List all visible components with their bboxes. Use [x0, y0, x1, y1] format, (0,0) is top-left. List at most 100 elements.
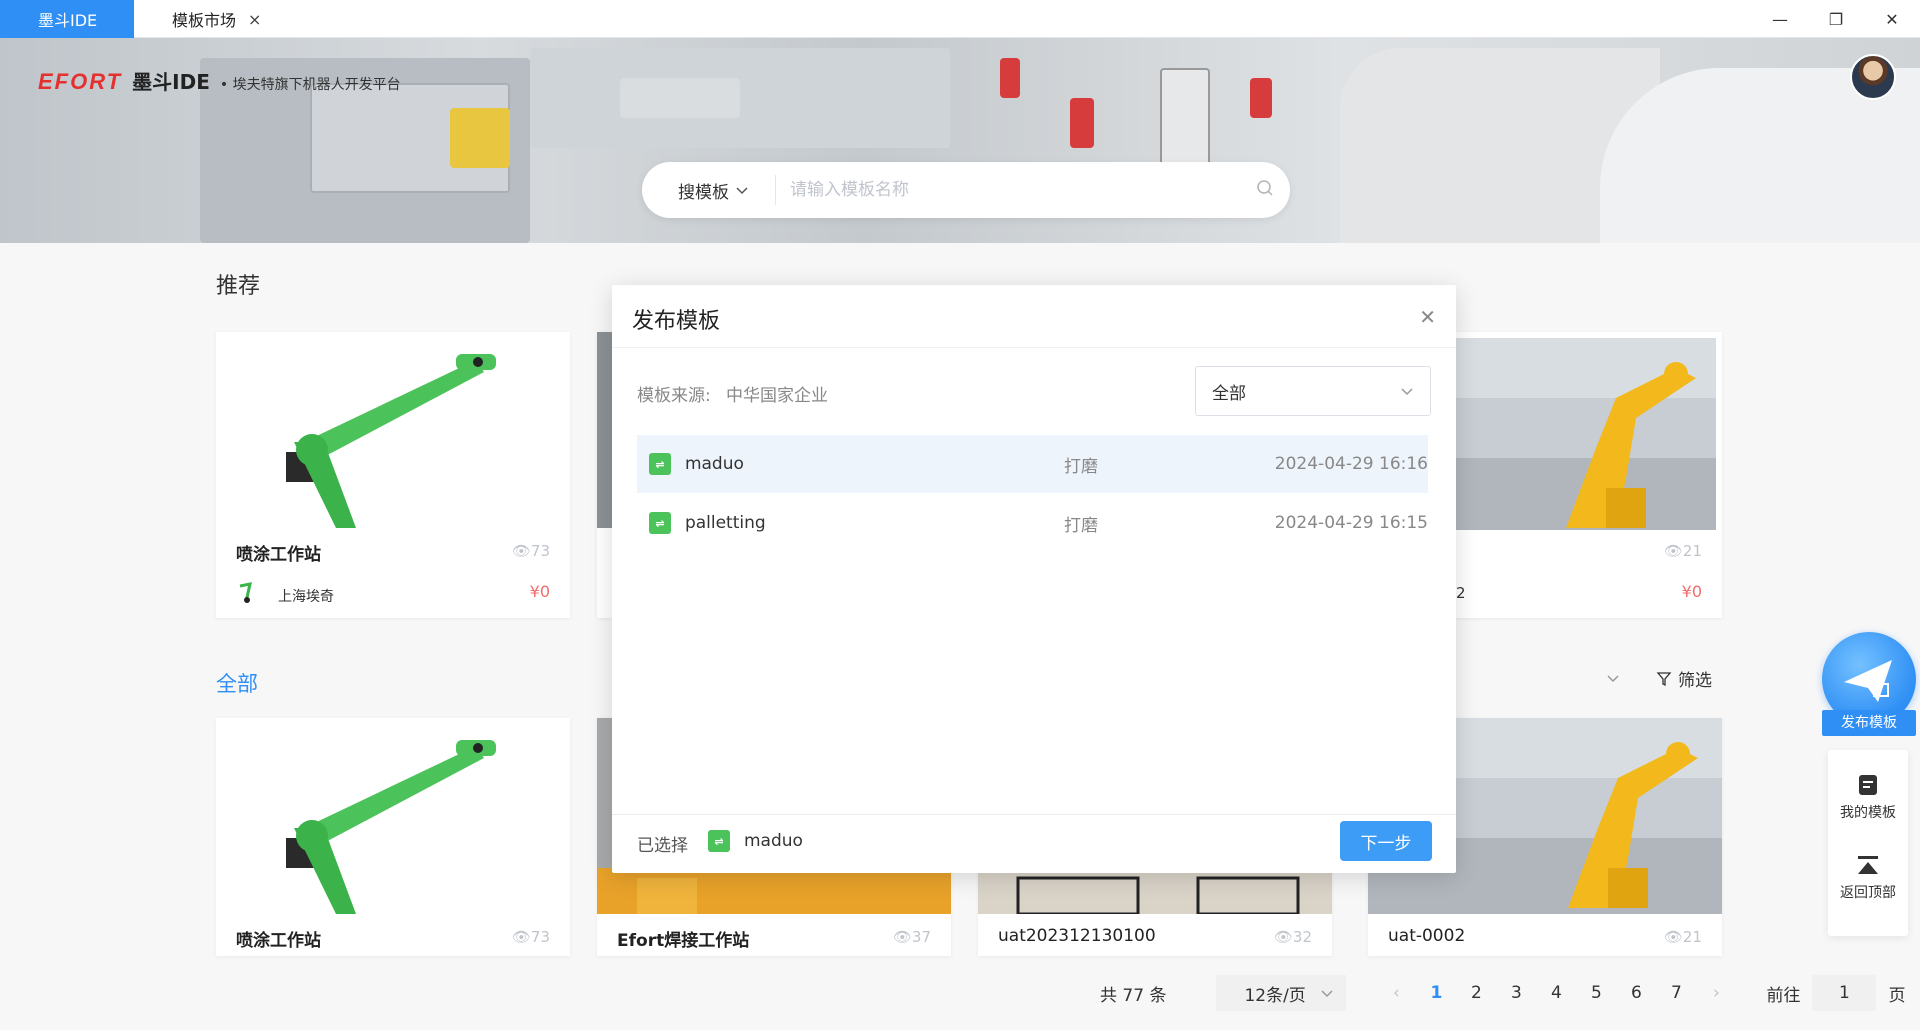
- efort-logo: EFORT: [38, 69, 123, 94]
- back-to-top-button[interactable]: 返回顶部: [1828, 854, 1908, 902]
- tab-label: 模板市场: [172, 11, 237, 30]
- card-image: [1456, 338, 1716, 530]
- card-price: ¥0: [529, 582, 550, 601]
- all-title[interactable]: 全部: [216, 668, 258, 698]
- page-unit: 页: [1888, 985, 1906, 1006]
- dialog-title: 发布模板: [632, 309, 721, 334]
- app-name: 墨斗IDE: [132, 70, 210, 94]
- card-title: Efort焊接工作站: [617, 931, 750, 951]
- app-subtitle: • 埃夫特旗下机器人开发平台: [219, 77, 401, 93]
- minimize-button[interactable]: —: [1752, 0, 1808, 38]
- template-date: 2024-04-29 16:15: [1274, 513, 1428, 533]
- hero-banner: EFORT 墨斗IDE • 埃夫特旗下机器人开发平台 搜模板: [0, 38, 1920, 243]
- search-icon[interactable]: [1240, 179, 1290, 202]
- template-row[interactable]: ⇌ palletting 打磨 2024-04-29 16:15: [637, 494, 1428, 552]
- pagination-total: 共 77 条: [1100, 985, 1167, 1006]
- template-date: 2024-04-29 16:16: [1274, 454, 1428, 474]
- page-size-label: 12条/页: [1244, 985, 1306, 1006]
- avatar[interactable]: [1850, 54, 1896, 100]
- view-count: 32: [1292, 928, 1312, 946]
- template-card[interactable]: 喷涂工作站 👁73: [216, 718, 570, 956]
- search-bar: 搜模板: [642, 162, 1290, 218]
- my-templates-label: 我的模板: [1840, 805, 1896, 821]
- search-input[interactable]: [776, 180, 1240, 200]
- my-templates-button[interactable]: 我的模板: [1828, 774, 1908, 822]
- publish-label: 发布模板: [1822, 710, 1916, 736]
- close-icon[interactable]: ✕: [1419, 305, 1436, 329]
- brand: EFORT 墨斗IDE • 埃夫特旗下机器人开发平台: [38, 66, 401, 95]
- title-bar: 墨斗IDE 模板市场 × — ❐ ✕: [0, 0, 1920, 38]
- pagination: 共 77 条 12条/页 ‹ 1 2 3 4 5 6 7 › 前往 1 页: [1100, 975, 1905, 1011]
- author-logo: [239, 582, 252, 603]
- banner-red-part: [1250, 78, 1272, 118]
- card-views: 👁73: [511, 542, 550, 560]
- template-icon: ⇌: [649, 453, 671, 475]
- close-icon[interactable]: ×: [248, 10, 261, 29]
- banner-warning-label: [450, 108, 510, 168]
- card-image: [216, 332, 570, 528]
- publish-template-button[interactable]: 发布模板: [1822, 632, 1916, 736]
- tab-label: 墨斗IDE: [38, 11, 98, 30]
- source-label: 模板来源:: [637, 386, 711, 406]
- filter-button[interactable]: 筛选: [1656, 666, 1712, 691]
- document-icon: [1859, 775, 1877, 795]
- goto-label: 前往: [1766, 985, 1801, 1006]
- back-to-top-label: 返回顶部: [1840, 885, 1896, 901]
- view-count: 73: [530, 542, 550, 560]
- template-icon: ⇌: [708, 830, 730, 852]
- next-page-icon[interactable]: ›: [1696, 983, 1736, 1003]
- page-5[interactable]: 5: [1576, 983, 1616, 1003]
- maximize-button[interactable]: ❐: [1808, 0, 1864, 38]
- view-count: 21: [1682, 542, 1702, 560]
- card-title: uat-0002: [1388, 926, 1466, 946]
- publish-template-dialog: 发布模板 ✕ 模板来源: 中华国家企业 全部 ⇌ maduo 打磨 2024-0…: [612, 285, 1456, 873]
- template-row[interactable]: ⇌ maduo 打磨 2024-04-29 16:16: [637, 435, 1428, 493]
- category-select[interactable]: [1460, 660, 1630, 696]
- close-window-button[interactable]: ✕: [1864, 0, 1920, 38]
- tab-template-market[interactable]: 模板市场 ×: [134, 0, 284, 38]
- template-card[interactable]: 喷涂工作站 👁73 上海埃奇 ¥0: [216, 332, 570, 618]
- template-name: maduo: [684, 454, 744, 474]
- card-price: ¥0: [1681, 582, 1702, 601]
- card-title: 喷涂工作站: [236, 931, 321, 951]
- page-7[interactable]: 7: [1656, 983, 1696, 1003]
- page-4[interactable]: 4: [1536, 983, 1576, 1003]
- template-type: 打磨: [1063, 456, 1098, 477]
- card-title: 喷涂工作站: [236, 545, 321, 565]
- card-title-fragment: 2: [1456, 584, 1466, 602]
- selected-label: 已选择: [637, 836, 688, 856]
- divider: [612, 814, 1456, 815]
- template-name: palletting: [684, 513, 766, 533]
- banner-machine-image: [530, 48, 950, 148]
- page-size-select[interactable]: 12条/页: [1216, 975, 1347, 1011]
- search-type-select[interactable]: 搜模板: [642, 175, 776, 205]
- source-filter-select[interactable]: 全部: [1195, 366, 1431, 416]
- chevron-down-icon: [1321, 990, 1333, 998]
- tab-modou-ide[interactable]: 墨斗IDE: [0, 0, 134, 38]
- page-1[interactable]: 1: [1416, 983, 1456, 1003]
- card-views: 👁37: [892, 928, 931, 946]
- view-count: 73: [530, 928, 550, 946]
- page-2[interactable]: 2: [1456, 983, 1496, 1003]
- card-views: 👁73: [511, 928, 550, 946]
- banner-machine-image: [620, 78, 740, 118]
- view-count: 21: [1682, 928, 1702, 946]
- selected-template-name: maduo: [744, 831, 803, 851]
- select-value: 全部: [1212, 383, 1246, 404]
- card-views: 👁21: [1663, 542, 1702, 560]
- recommend-title: 推荐: [216, 274, 261, 299]
- banner-red-part: [1000, 58, 1020, 98]
- search-type-label: 搜模板: [678, 182, 729, 203]
- page-6[interactable]: 6: [1616, 983, 1656, 1003]
- goto-page-input[interactable]: 1: [1812, 975, 1877, 1011]
- prev-page-icon[interactable]: ‹: [1376, 983, 1416, 1003]
- template-icon: ⇌: [649, 512, 671, 534]
- card-title: uat202312130100: [998, 926, 1156, 946]
- page-3[interactable]: 3: [1496, 983, 1536, 1003]
- next-step-button[interactable]: 下一步: [1340, 821, 1432, 861]
- card-author: 上海埃奇: [278, 589, 334, 605]
- chevron-down-icon: [1607, 675, 1619, 683]
- chevron-down-icon: [736, 187, 748, 195]
- filter-label: 筛选: [1678, 671, 1712, 691]
- source-value: 中华国家企业: [726, 386, 828, 406]
